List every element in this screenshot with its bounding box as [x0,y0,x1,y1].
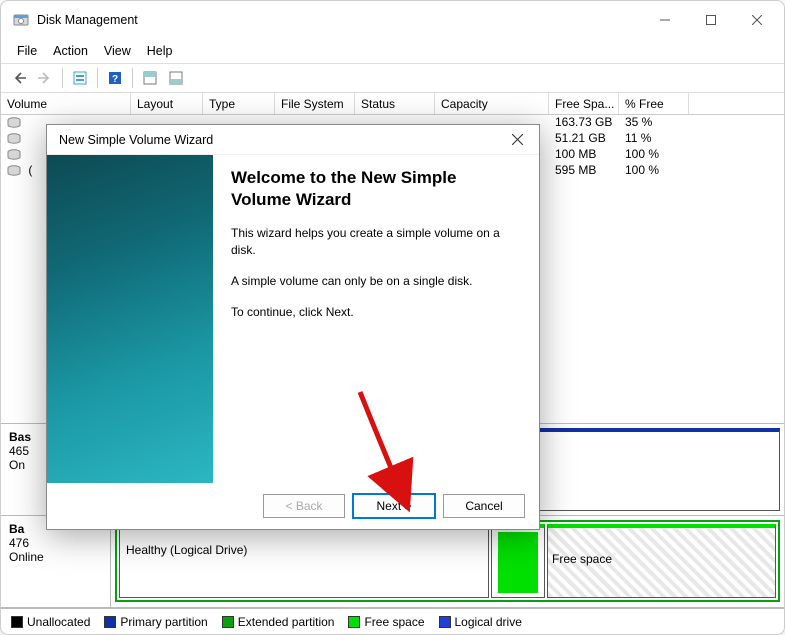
cell-pct: 100 % [619,147,689,163]
volume-icon [7,149,21,161]
volume-table-header: Volume Layout Type File System Status Ca… [1,93,784,115]
menu-file[interactable]: File [9,42,45,60]
volume-icon [7,117,21,129]
toolbar-separator [97,68,98,88]
partition-logical[interactable]: Healthy (Logical Drive) [119,524,489,598]
help-icon[interactable]: ? [103,66,127,90]
cancel-button[interactable]: Cancel [443,494,525,518]
cell-free: 51.21 GB [549,131,619,147]
toolbar-separator [62,68,63,88]
window-title: Disk Management [37,13,642,27]
dialog-title-text: New Simple Volume Wizard [59,133,503,147]
col-capacity[interactable]: Capacity [435,93,549,114]
cell-free: 100 MB [549,147,619,163]
legend-logical: Logical drive [439,615,522,629]
new-simple-volume-wizard-dialog: New Simple Volume Wizard Welcome to the … [46,124,540,530]
col-layout[interactable]: Layout [131,93,203,114]
wizard-banner [47,155,213,483]
legend-extended: Extended partition [222,615,335,629]
toolbar-separator [132,68,133,88]
legend: Unallocated Primary partition Extended p… [1,608,784,634]
view-top-icon[interactable] [138,66,162,90]
extended-partition: Healthy (Logical Drive) Free space [115,520,780,602]
dialog-body: Welcome to the New Simple Volume Wizard … [47,155,539,483]
col-freespace[interactable]: Free Spa... [549,93,619,114]
wizard-text: To continue, click Next. [231,304,521,321]
titlebar[interactable]: Disk Management [1,1,784,39]
wizard-content: Welcome to the New Simple Volume Wizard … [213,155,539,483]
volume-icon [7,133,21,145]
close-button[interactable] [734,4,780,36]
col-filesystem[interactable]: File System [275,93,355,114]
dialog-titlebar[interactable]: New Simple Volume Wizard [47,125,539,155]
cell-pct: 100 % [619,163,689,179]
maximize-button[interactable] [688,4,734,36]
menu-help[interactable]: Help [139,42,181,60]
cell-pct: 11 % [619,131,689,147]
legend-unallocated: Unallocated [11,615,90,629]
wizard-heading: Welcome to the New Simple Volume Wizard [231,167,521,211]
back-button: < Back [263,494,345,518]
menu-view[interactable]: View [96,42,139,60]
cell-free: 595 MB [549,163,619,179]
volume-icon [7,165,21,177]
svg-text:?: ? [112,74,118,85]
back-icon[interactable] [7,66,31,90]
wizard-text: A simple volume can only be on a single … [231,273,521,290]
menubar: File Action View Help [1,39,784,63]
partition-free-small[interactable] [491,524,545,598]
window-controls [642,4,780,36]
minimize-button[interactable] [642,4,688,36]
refresh-icon[interactable] [68,66,92,90]
col-type[interactable]: Type [203,93,275,114]
next-button[interactable]: Next > [353,494,435,518]
view-bottom-icon[interactable] [164,66,188,90]
dialog-button-bar: < Back Next > Cancel [47,483,539,529]
legend-primary: Primary partition [104,615,207,629]
col-volume[interactable]: Volume [1,93,131,114]
legend-free: Free space [348,615,424,629]
menu-action[interactable]: Action [45,42,96,60]
partition-free-space[interactable]: Free space [547,524,776,598]
cell-free: 163.73 GB [549,115,619,131]
app-icon [13,12,29,28]
col-pctfree[interactable]: % Free [619,93,689,114]
toolbar: ? [1,63,784,93]
forward-icon[interactable] [33,66,57,90]
dialog-close-button[interactable] [503,129,531,151]
wizard-text: This wizard helps you create a simple vo… [231,225,521,259]
col-status[interactable]: Status [355,93,435,114]
cell-pct: 35 % [619,115,689,131]
